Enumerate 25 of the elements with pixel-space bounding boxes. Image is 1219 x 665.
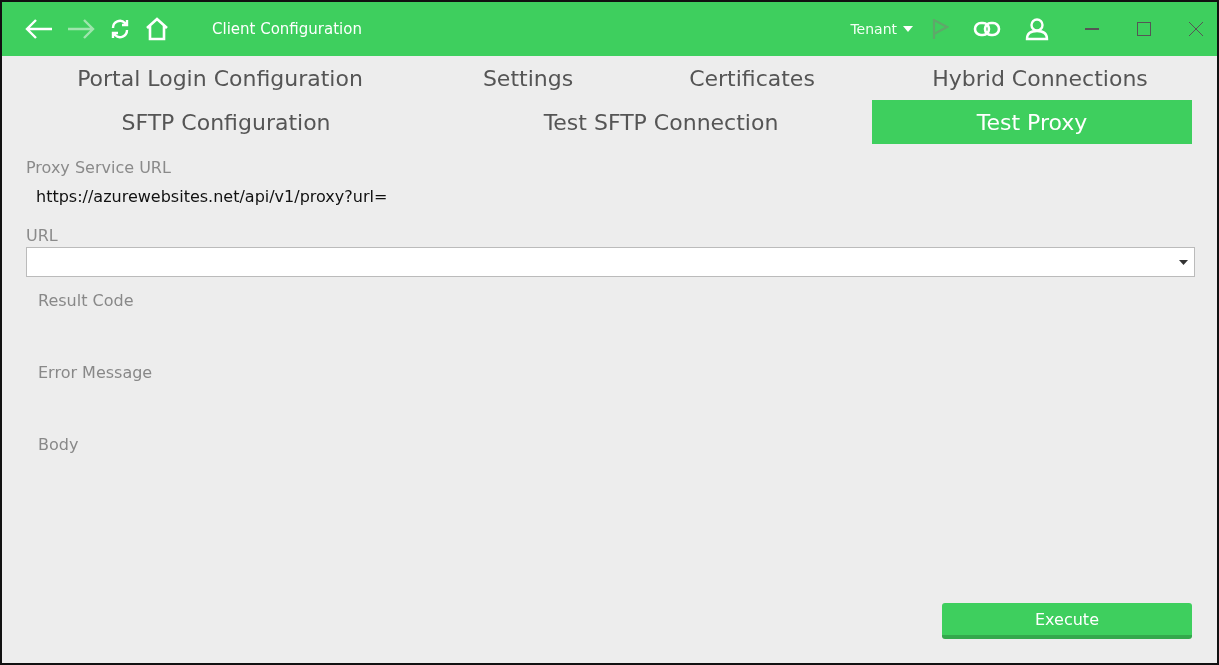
forward-arrow-icon[interactable] <box>66 18 96 40</box>
tab[interactable]: Hybrid Connections <box>886 56 1194 100</box>
back-arrow-icon[interactable] <box>24 18 54 40</box>
minimize-icon[interactable] <box>1085 27 1099 31</box>
home-icon[interactable] <box>144 17 170 41</box>
output-label: Result Code <box>38 291 134 310</box>
tab[interactable]: Portal Login Configuration <box>2 56 438 100</box>
field-value: https://azurewebsites.net/api/v1/proxy?url= <box>36 187 389 206</box>
caret-icon <box>903 26 913 32</box>
dropdown-caret-icon[interactable] <box>1179 259 1188 265</box>
output-label: Body <box>38 435 79 454</box>
tab[interactable]: Certificates <box>618 56 886 100</box>
field-label: Proxy Service URL <box>26 158 172 177</box>
tab[interactable]: Settings <box>438 56 618 100</box>
field-label: URL <box>26 226 59 245</box>
user-icon[interactable] <box>1025 17 1049 41</box>
close-icon[interactable] <box>1189 22 1203 36</box>
url-combo-field[interactable] <box>26 247 1195 277</box>
link-icon[interactable] <box>973 20 1001 38</box>
tab[interactable]: SFTP Configuration <box>2 100 450 144</box>
output-label: Error Message <box>38 363 153 382</box>
maximize-icon[interactable] <box>1137 22 1151 36</box>
window-title: Client Configuration <box>212 20 362 38</box>
tab[interactable]: Test SFTP Connection <box>450 100 872 144</box>
flag-icon[interactable] <box>931 17 949 41</box>
